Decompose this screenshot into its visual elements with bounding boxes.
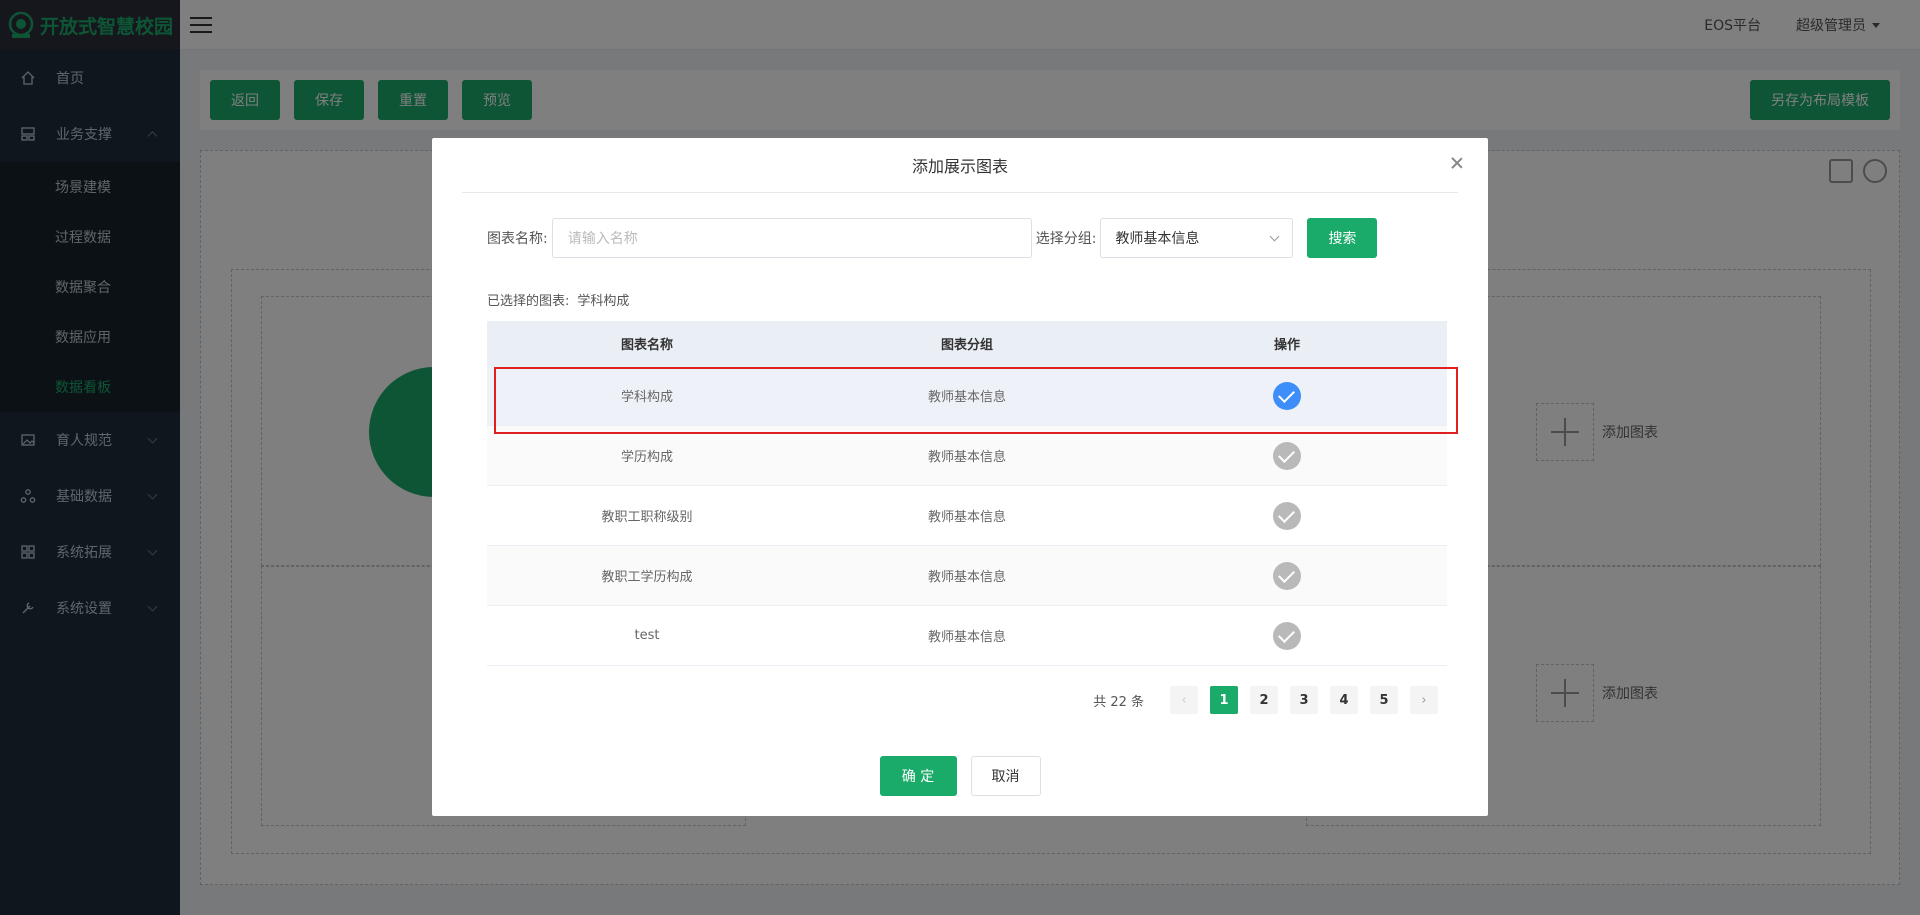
table-header: 图表名称 图表分组 操作 (487, 321, 1447, 366)
table-row[interactable]: 教职工学历构成 教师基本信息 (487, 546, 1447, 606)
column-header: 操作 (1273, 338, 1300, 353)
chart-name-cell: 学历构成 (620, 450, 673, 465)
table-row[interactable]: 学历构成 教师基本信息 (487, 426, 1447, 486)
page-button[interactable]: 3 (1290, 686, 1318, 714)
group-label: 选择分组: (1035, 231, 1097, 247)
dialog-footer: 确 定 取消 (432, 756, 1488, 796)
cancel-button[interactable]: 取消 (970, 756, 1041, 796)
page-button[interactable]: 2 (1250, 686, 1278, 714)
action-cell (1127, 561, 1447, 590)
chart-name-cell: 教职工学历构成 (601, 570, 693, 585)
group-select-value: 教师基本信息 (1115, 231, 1200, 247)
chart-name-cell: 教职工职称级别 (601, 510, 693, 525)
highlight-box (494, 367, 1458, 434)
search-button[interactable]: 搜索 (1307, 218, 1378, 258)
chart-group-cell: 教师基本信息 (927, 630, 1006, 645)
selected-label: 已选择的图表: (487, 294, 570, 309)
next-page-button[interactable]: › (1410, 686, 1438, 714)
chart-group-cell: 教师基本信息 (927, 450, 1006, 465)
check-circle-icon[interactable] (1273, 561, 1301, 590)
chart-name-label: 图表名称: (487, 231, 548, 247)
table-row[interactable]: test 教师基本信息 (487, 606, 1447, 666)
chart-name-placeholder: 请输入名称 (567, 231, 638, 247)
close-icon[interactable] (1450, 156, 1464, 170)
page-button[interactable]: 1 (1210, 686, 1238, 714)
table-row[interactable]: 教职工职称级别 教师基本信息 (487, 486, 1447, 546)
column-header: 图表分组 (940, 338, 993, 353)
selected-value: 学科构成 (577, 294, 630, 309)
chevron-down-icon (1269, 231, 1280, 242)
confirm-button[interactable]: 确 定 (879, 756, 957, 796)
selected-charts: 已选择的图表: 学科构成 (487, 290, 629, 309)
chart-name-cell: test (634, 628, 660, 643)
search-row: 图表名称: 请输入名称 选择分组: 教师基本信息 搜索 (487, 218, 1378, 258)
total-count: 共 22 条 (1093, 694, 1144, 710)
chart-group-cell: 教师基本信息 (927, 570, 1006, 585)
chart-name-input[interactable]: 请输入名称 (551, 218, 1032, 258)
column-header: 图表名称 (620, 338, 673, 353)
check-circle-icon[interactable] (1273, 621, 1301, 650)
chart-group-cell: 教师基本信息 (927, 510, 1006, 525)
add-chart-dialog: 添加展示图表 图表名称: 请输入名称 选择分组: 教师基本信息 搜索 已选择的图… (432, 138, 1488, 816)
check-circle-icon[interactable] (1273, 441, 1301, 470)
dialog-header: 添加展示图表 (462, 138, 1458, 193)
action-cell (1127, 501, 1447, 530)
page-button[interactable]: 5 (1370, 686, 1398, 714)
dialog-title: 添加展示图表 (911, 157, 1008, 176)
prev-page-button[interactable]: ‹ (1170, 686, 1198, 714)
action-cell (1127, 621, 1447, 650)
group-select[interactable]: 教师基本信息 (1100, 218, 1294, 258)
action-cell (1127, 441, 1447, 470)
pagination: 共 22 条 ‹ 1 2 3 4 5 › (1093, 686, 1438, 714)
check-circle-icon[interactable] (1273, 501, 1301, 530)
page-button[interactable]: 4 (1330, 686, 1358, 714)
